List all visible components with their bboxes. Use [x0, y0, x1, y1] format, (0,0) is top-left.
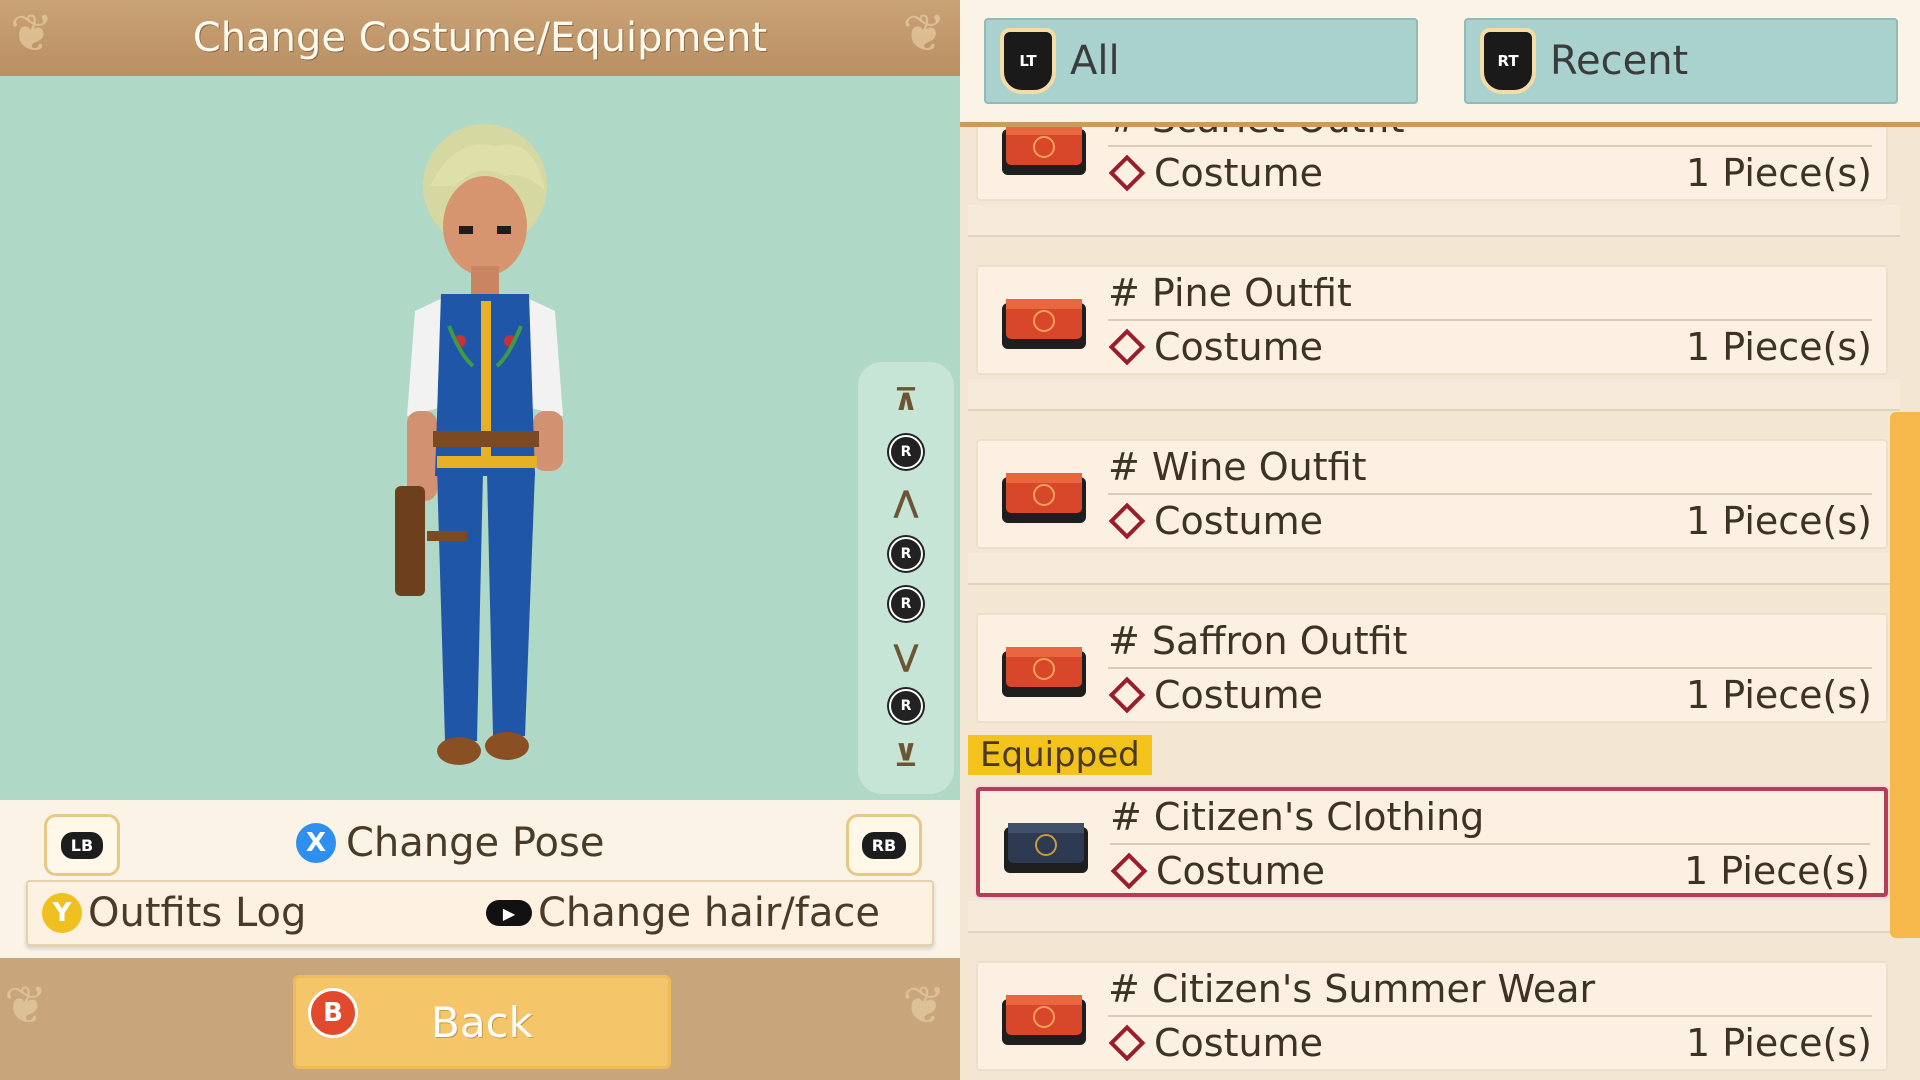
page-title: Change Costume/Equipment — [192, 15, 768, 61]
tab-all-label: All — [1070, 38, 1120, 84]
item-panel: LT All RT Recent # Scarlet Outfit Costum… — [960, 0, 1920, 1080]
filter-tabs: LT All RT Recent — [960, 0, 1920, 127]
costume-list: # Scarlet Outfit Costume 1 Piece(s) # Pi… — [960, 127, 1900, 1080]
ornament-bottom-right-icon: ❦ — [902, 976, 946, 1036]
camera-zoom-out-icon[interactable]: ⋁ — [882, 634, 930, 678]
change-pose-label: Change Pose — [346, 820, 605, 866]
divider — [1108, 667, 1872, 669]
ornament-left-icon: ❦ — [10, 4, 54, 64]
item-card: # Scarlet Outfit Costume 1 Piece(s) — [976, 127, 1888, 201]
diamond-icon — [1108, 676, 1146, 714]
item-type: Costume — [1108, 151, 1323, 195]
divider — [1108, 493, 1872, 495]
diamond-icon — [1108, 328, 1146, 366]
list-item[interactable]: # Citizen's Summer Wear Costume 1 Piece(… — [968, 953, 1900, 1073]
change-hair-face-button[interactable]: ▶ Change hair/face — [486, 882, 880, 944]
ornament-bottom-left-icon: ❦ — [4, 976, 48, 1036]
back-button[interactable]: B Back — [293, 975, 671, 1069]
divider — [1108, 1015, 1872, 1017]
y-button-icon: Y — [42, 893, 82, 933]
list-separator — [968, 553, 1900, 585]
diamond-icon — [1108, 502, 1146, 540]
outfits-log-button[interactable]: Y Outfits Log — [42, 882, 306, 944]
tab-recent-label: Recent — [1550, 38, 1689, 84]
costume-chest-icon — [1002, 473, 1086, 523]
camera-top-icon[interactable]: ⊼ — [882, 378, 930, 422]
item-name: # Saffron Outfit — [1108, 619, 1408, 663]
list-item[interactable]: # Pine Outfit Costume 1 Piece(s) — [968, 257, 1900, 377]
list-separator — [968, 901, 1900, 933]
item-card: # Saffron Outfit Costume 1 Piece(s) — [976, 613, 1888, 723]
b-button-icon: B — [308, 988, 358, 1038]
costume-chest-icon — [1002, 299, 1086, 349]
x-button-icon: X — [296, 823, 336, 863]
change-pose-button[interactable]: X Change Pose — [296, 815, 604, 871]
item-quantity: 1 Piece(s) — [1686, 673, 1872, 717]
list-item[interactable]: # Wine Outfit Costume 1 Piece(s) — [968, 431, 1900, 551]
preview-panel: ❦ Change Costume/Equipment ❦ ⊼ R ⋀ R R ⋁… — [0, 0, 960, 1080]
item-name: # Pine Outfit — [1108, 271, 1352, 315]
costume-chest-icon — [1002, 647, 1086, 697]
item-type: Costume — [1108, 673, 1323, 717]
item-quantity: 1 Piece(s) — [1686, 325, 1872, 369]
item-type: Costume — [1108, 499, 1323, 543]
costume-chest-icon — [1004, 823, 1088, 873]
item-quantity: 1 Piece(s) — [1686, 1021, 1872, 1065]
item-type: Costume — [1110, 849, 1325, 893]
divider — [1110, 843, 1870, 845]
list-item[interactable]: # Saffron Outfit Costume 1 Piece(s) — [968, 605, 1900, 725]
item-card: # Citizen's Summer Wear Costume 1 Piece(… — [976, 961, 1888, 1071]
list-separator — [968, 379, 1900, 411]
diamond-icon — [1108, 154, 1146, 192]
item-card-selected: # Citizen's Clothing Costume 1 Piece(s) — [976, 787, 1888, 897]
camera-zoom-in-icon[interactable]: ⋀ — [882, 480, 930, 524]
list-scrollbar[interactable] — [1890, 412, 1920, 938]
list-item-equipped[interactable]: # Citizen's Clothing Costume 1 Piece(s) — [968, 779, 1900, 899]
equipped-tag: Equipped — [968, 735, 1152, 775]
back-label: Back — [431, 997, 533, 1047]
lt-trigger-icon: LT — [1000, 28, 1056, 94]
item-type: Costume — [1108, 1021, 1323, 1065]
item-quantity: 1 Piece(s) — [1686, 499, 1872, 543]
costume-chest-icon — [1002, 995, 1086, 1045]
costume-chest-icon — [1002, 127, 1086, 175]
camera-controls: ⊼ R ⋀ R R ⋁ R ⊻ — [858, 362, 954, 794]
camera-rotate-right-icon[interactable]: R — [882, 582, 930, 626]
list-item[interactable]: # Scarlet Outfit Costume 1 Piece(s) — [968, 127, 1900, 203]
item-quantity: 1 Piece(s) — [1684, 849, 1870, 893]
lb-button[interactable]: LB — [44, 814, 120, 876]
camera-up-icon[interactable]: R — [882, 430, 930, 474]
hint-bar: Y Outfits Log ▶ Change hair/face — [26, 880, 934, 946]
list-separator — [968, 205, 1900, 237]
outfits-log-label: Outfits Log — [88, 890, 307, 936]
rt-trigger-icon: RT — [1480, 28, 1536, 94]
character-model — [395, 124, 563, 765]
divider — [1108, 145, 1872, 147]
camera-down-icon[interactable]: R — [882, 684, 930, 728]
camera-rotate-left-icon[interactable]: R — [882, 532, 930, 576]
diamond-icon — [1110, 852, 1148, 890]
tab-recent[interactable]: RT Recent — [1464, 18, 1898, 104]
change-hair-face-label: Change hair/face — [538, 890, 880, 936]
item-card: # Wine Outfit Costume 1 Piece(s) — [976, 439, 1888, 549]
rb-button[interactable]: RB — [846, 814, 922, 876]
item-card: # Pine Outfit Costume 1 Piece(s) — [976, 265, 1888, 375]
item-name: # Citizen's Summer Wear — [1108, 967, 1596, 1011]
item-name: # Citizen's Clothing — [1110, 795, 1485, 839]
camera-bottom-icon[interactable]: ⊻ — [882, 734, 930, 778]
item-quantity: 1 Piece(s) — [1686, 151, 1872, 195]
divider — [1108, 319, 1872, 321]
right-stick-icon: ▶ — [486, 900, 532, 926]
item-type: Costume — [1108, 325, 1323, 369]
title-bar: ❦ Change Costume/Equipment ❦ — [0, 0, 960, 76]
diamond-icon — [1108, 1024, 1146, 1062]
item-name: # Scarlet Outfit — [1108, 127, 1405, 141]
item-name: # Wine Outfit — [1108, 445, 1367, 489]
ornament-right-icon: ❦ — [902, 4, 946, 64]
tab-all[interactable]: LT All — [984, 18, 1418, 104]
